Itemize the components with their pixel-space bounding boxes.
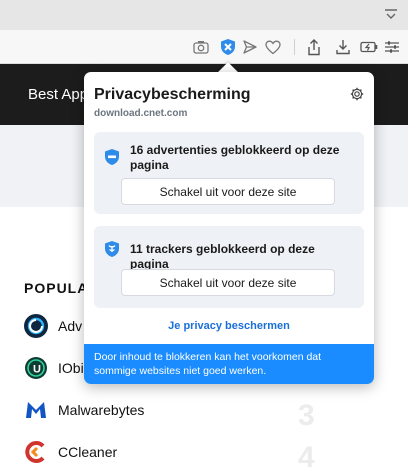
popup-domain: download.cnet.com (94, 108, 188, 119)
disable-trackers-for-site-button[interactable]: Schakel uit voor deze site (121, 269, 335, 296)
advanced-systemcare-logo (24, 314, 48, 338)
send-icon[interactable] (241, 38, 259, 56)
download-icon[interactable] (334, 38, 352, 56)
gear-icon[interactable] (350, 87, 364, 101)
tab-strip (0, 0, 408, 30)
ccleaner-logo (24, 440, 48, 464)
camera-icon[interactable] (192, 38, 210, 56)
ads-blocked-text: 16 advertenties geblokkeerd op deze pagi… (130, 143, 340, 172)
heart-icon[interactable] (264, 38, 282, 56)
app-name: Adv (58, 318, 83, 334)
tracker-shield-icon (104, 240, 120, 258)
share-icon[interactable] (305, 38, 323, 56)
malwarebytes-logo (24, 398, 48, 422)
battery-icon[interactable] (360, 38, 378, 56)
toolbar-divider (294, 39, 295, 55)
content-blocking-notice: Door inhoud te blokkeren kan het voorkom… (84, 344, 374, 384)
trackers-blocked-card: 11 trackers geblokkeerd op deze pagina S… (94, 226, 364, 308)
rank-number: 3 (298, 399, 315, 432)
app-item[interactable]: U IObi (24, 355, 84, 381)
settings-sliders-icon[interactable] (383, 38, 401, 56)
app-name: IObi (58, 360, 84, 376)
site-header-title[interactable]: Best App (28, 86, 88, 103)
svg-text:U: U (33, 364, 41, 376)
rank-number: 4 (298, 441, 315, 474)
browser-toolbar (0, 30, 408, 64)
app-name: CCleaner (58, 444, 118, 460)
ad-shield-icon (104, 148, 120, 166)
app-name: Malwarebytes (58, 402, 145, 418)
popular-section-title: POPULA (24, 280, 89, 296)
privacy-shield-icon[interactable] (219, 38, 237, 56)
app-item[interactable]: Adv (24, 313, 82, 339)
protect-privacy-link[interactable]: Je privacy beschermen (84, 320, 374, 332)
ads-blocked-card: 16 advertenties geblokkeerd op deze pagi… (94, 132, 364, 214)
iobit-logo: U (24, 356, 48, 380)
privacy-popup: Privacybescherming download.cnet.com 16 … (84, 72, 374, 384)
app-item[interactable]: Malwarebytes (24, 397, 144, 423)
disable-ads-for-site-button[interactable]: Schakel uit voor deze site (121, 178, 335, 205)
popup-title: Privacybescherming (94, 86, 251, 103)
app-item[interactable]: CCleaner (24, 439, 117, 465)
tab-overview-icon[interactable] (382, 6, 400, 24)
trackers-blocked-text: 11 trackers geblokkeerd op deze pagina (130, 242, 315, 271)
